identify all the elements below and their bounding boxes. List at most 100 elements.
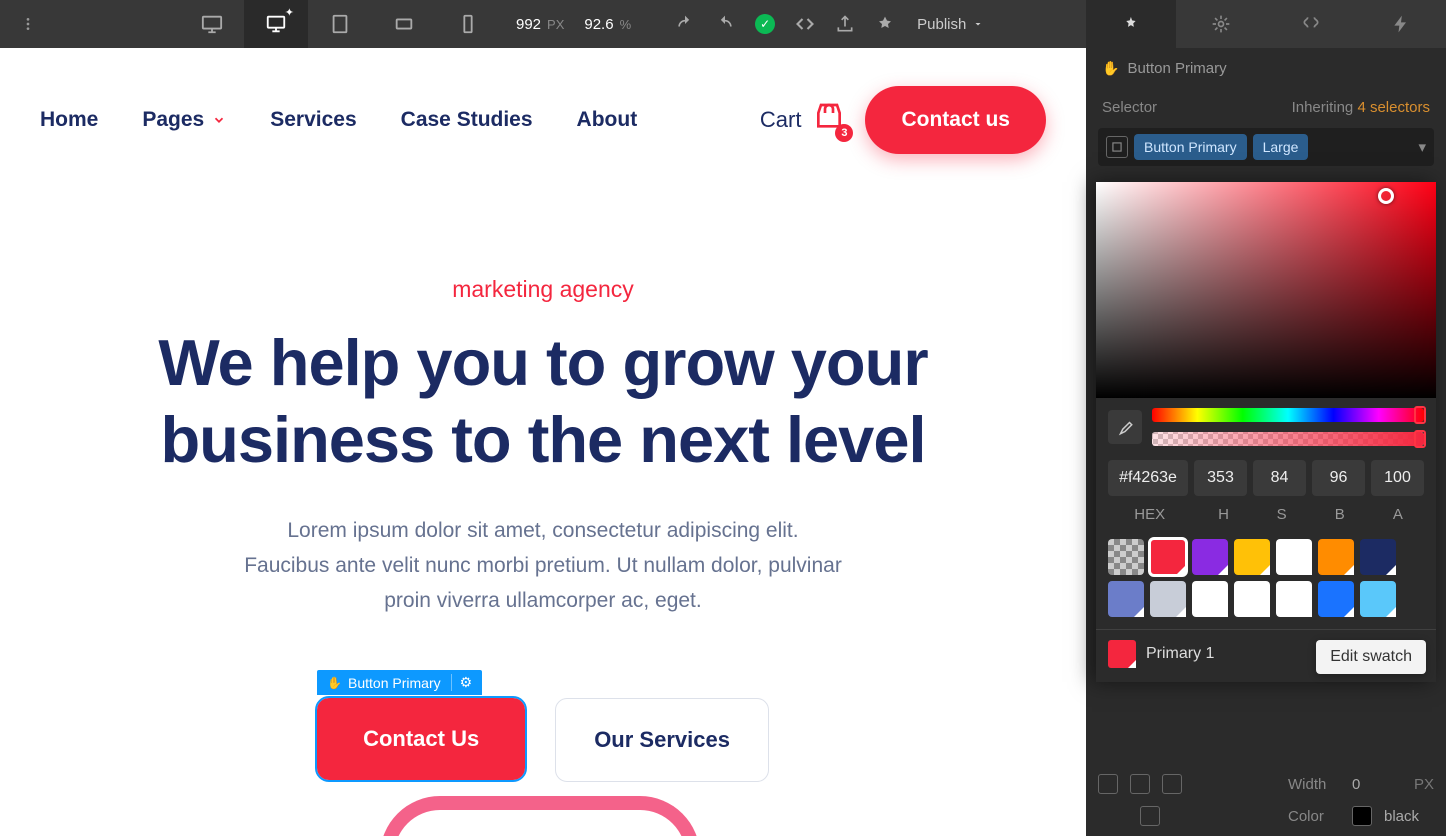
border-section: Width 0 PX Color black ▸Effects <box>1098 768 1434 836</box>
color-gradient-area[interactable] <box>1096 182 1436 398</box>
alpha-handle[interactable] <box>1414 430 1426 448</box>
selector-target-icon[interactable] <box>1106 136 1128 158</box>
selector-label: Selector <box>1102 99 1157 116</box>
swatch[interactable] <box>1234 539 1270 575</box>
swatch-preview <box>1108 640 1136 668</box>
inheritance-count[interactable]: 4 selectors <box>1357 99 1430 116</box>
color-labels: HEX H S B A <box>1096 504 1436 535</box>
hand-icon: ✋ <box>327 676 342 690</box>
border-color-row: Color black <box>1098 800 1434 832</box>
swatch[interactable] <box>1360 581 1396 617</box>
check-circle-icon: ✓ <box>755 14 775 34</box>
decorative-circle <box>380 796 700 836</box>
tab-style-manager[interactable] <box>1266 0 1356 48</box>
selected-element: ✋ Button Primary ⚙ Contact Us <box>317 698 525 782</box>
cart-label: Cart <box>760 107 802 133</box>
canvas-width-unit: PX <box>547 17 564 32</box>
swatch[interactable] <box>1192 539 1228 575</box>
code-button[interactable] <box>785 0 825 48</box>
color-sliders <box>1096 398 1436 452</box>
swatch[interactable] <box>1150 539 1186 575</box>
swatch[interactable] <box>1276 581 1312 617</box>
panel-tabs <box>1086 0 1446 48</box>
zoom-value[interactable]: 92.6 <box>584 16 613 33</box>
swatch-name[interactable]: Primary 1 <box>1146 645 1214 663</box>
nav-about[interactable]: About <box>577 108 638 132</box>
brightness-input[interactable]: 96 <box>1312 460 1365 496</box>
gear-icon[interactable]: ⚙ <box>451 674 473 691</box>
cart-icon: 3 <box>813 101 845 138</box>
breakpoint-desktop-large[interactable] <box>180 0 244 48</box>
selector-tag-primary[interactable]: Button Primary <box>1134 134 1247 160</box>
breakpoint-mobile[interactable] <box>436 0 500 48</box>
nav-home[interactable]: Home <box>40 108 98 132</box>
status-check[interactable]: ✓ <box>745 0 785 48</box>
hero-tagline[interactable]: marketing agency <box>60 276 1026 303</box>
publish-button[interactable]: Publish <box>905 16 996 33</box>
rocket-icon[interactable] <box>865 0 905 48</box>
site-nav: Home Pages Services Case Studies About C… <box>0 48 1086 191</box>
color-values: #f4263e 353 84 96 100 <box>1096 452 1436 504</box>
breakpoint-desktop[interactable]: ✦ <box>244 0 308 48</box>
tab-interactions[interactable] <box>1356 0 1446 48</box>
undo-button[interactable] <box>665 0 705 48</box>
hex-input[interactable]: #f4263e <box>1108 460 1188 496</box>
nav-case-studies[interactable]: Case Studies <box>401 108 533 132</box>
swatch[interactable] <box>1276 539 1312 575</box>
breakpoint-tablet[interactable] <box>308 0 372 48</box>
nav-services[interactable]: Services <box>270 108 356 132</box>
selector-input[interactable]: Button Primary Large ▾ <box>1098 128 1434 166</box>
swatch[interactable] <box>1108 581 1144 617</box>
swatch[interactable] <box>1318 539 1354 575</box>
border-width-input[interactable]: 0 <box>1352 776 1402 793</box>
swatch[interactable] <box>1234 581 1270 617</box>
swatch[interactable] <box>1360 539 1396 575</box>
swatch[interactable] <box>1108 539 1144 575</box>
alpha-input[interactable]: 100 <box>1371 460 1424 496</box>
hero-subtitle[interactable]: Lorem ipsum dolor sit amet, consectetur … <box>60 514 1026 618</box>
chevron-down-icon[interactable]: ▾ <box>1418 138 1426 156</box>
selection-badge[interactable]: ✋ Button Primary ⚙ <box>317 670 482 695</box>
swatch[interactable] <box>1192 581 1228 617</box>
cart-group[interactable]: Cart 3 <box>760 101 846 138</box>
canvas-width[interactable]: 992 <box>516 16 541 33</box>
swatch[interactable] <box>1318 581 1354 617</box>
tab-style[interactable] <box>1086 0 1176 48</box>
hero-buttons: ✋ Button Primary ⚙ Contact Us Our Servic… <box>60 670 1026 782</box>
toolbar-actions: ✓ Publish <box>665 0 996 48</box>
star-icon: ✦ <box>285 6 294 19</box>
selector-breadcrumb: ✋ Button Primary <box>1086 48 1446 89</box>
hand-icon: ✋ <box>1102 60 1119 77</box>
hue-slider[interactable] <box>1152 408 1424 422</box>
tooltip: Edit swatch <box>1316 640 1426 674</box>
chevron-down-icon <box>212 113 226 127</box>
tab-settings[interactable] <box>1176 0 1266 48</box>
selector-tag-large[interactable]: Large <box>1253 134 1309 160</box>
swatch-grid <box>1096 535 1436 629</box>
hue-input[interactable]: 353 <box>1194 460 1247 496</box>
nav-links: Home Pages Services Case Studies About <box>40 108 637 132</box>
color-handle[interactable] <box>1378 188 1394 204</box>
website-canvas[interactable]: Home Pages Services Case Studies About C… <box>0 48 1086 836</box>
border-side-picker: Width 0 PX <box>1098 768 1434 800</box>
chevron-down-icon <box>972 18 984 30</box>
export-button[interactable] <box>825 0 865 48</box>
primary-cta-button[interactable]: Contact Us <box>317 698 525 780</box>
breakpoint-switcher: ✦ <box>180 0 500 48</box>
ellipsis-menu[interactable] <box>8 0 48 48</box>
alpha-slider[interactable] <box>1152 432 1424 446</box>
breakpoint-mobile-landscape[interactable] <box>372 0 436 48</box>
redo-button[interactable] <box>705 0 745 48</box>
contact-nav-button[interactable]: Contact us <box>865 86 1046 154</box>
eyedropper-button[interactable] <box>1108 410 1142 444</box>
secondary-cta-button[interactable]: Our Services <box>555 698 769 782</box>
cart-badge: 3 <box>835 124 853 142</box>
nav-pages[interactable]: Pages <box>142 108 226 132</box>
nav-right: Cart 3 Contact us <box>760 86 1046 154</box>
saturation-input[interactable]: 84 <box>1253 460 1306 496</box>
swatch[interactable] <box>1150 581 1186 617</box>
hero-title[interactable]: We help you to grow your business to the… <box>60 325 1026 478</box>
color-picker: #f4263e 353 84 96 100 HEX H S B A Primar… <box>1096 182 1436 682</box>
hue-handle[interactable] <box>1414 406 1426 424</box>
border-color-swatch[interactable] <box>1352 806 1372 826</box>
